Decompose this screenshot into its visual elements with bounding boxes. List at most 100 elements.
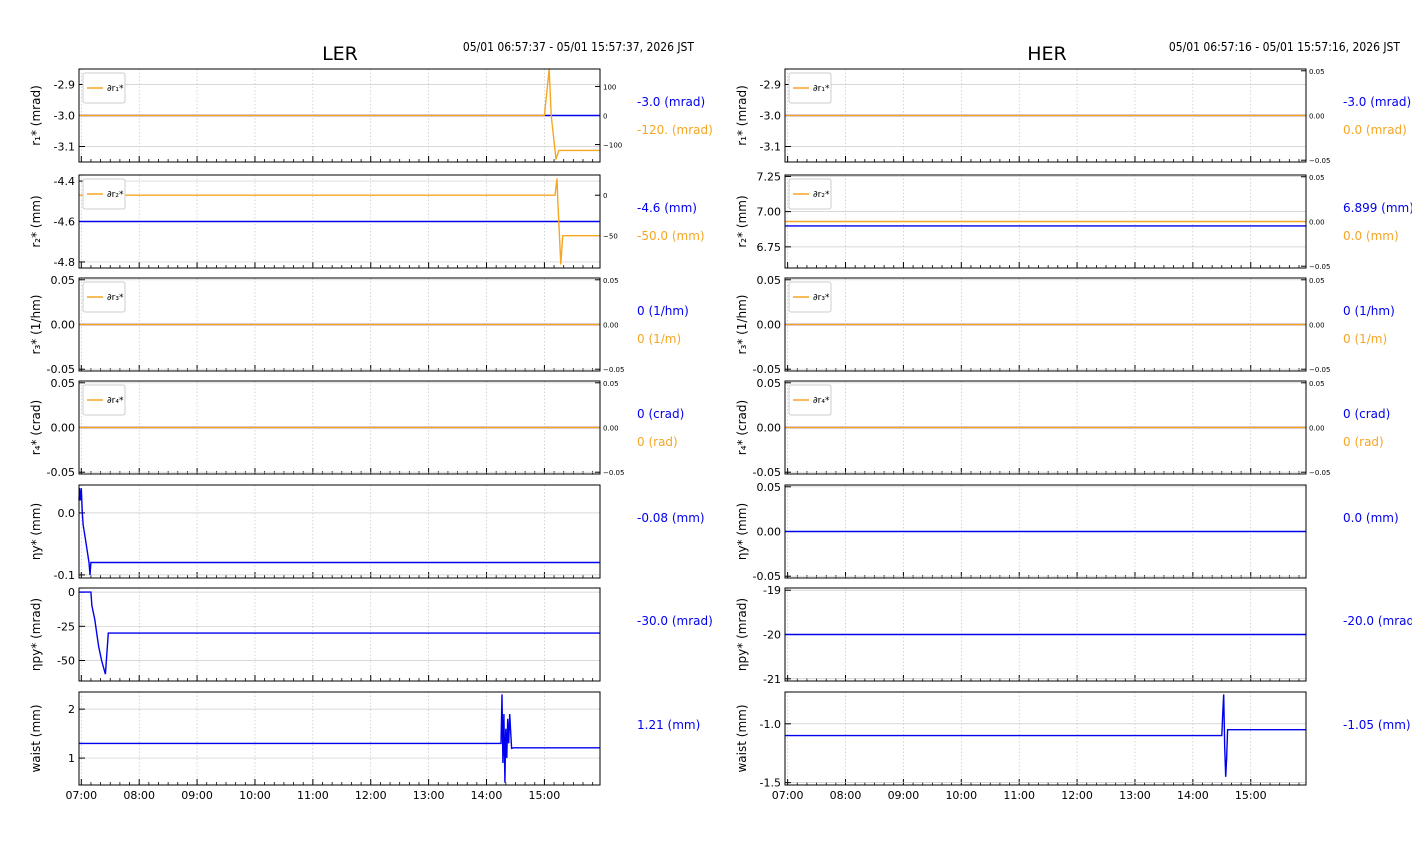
y-tick-label: -0.05 — [47, 363, 75, 376]
right-y-tick-label: 100 — [603, 83, 616, 91]
right-y-tick-label: 0.00 — [1309, 113, 1325, 121]
right-y-tick-label: 0.00 — [603, 425, 619, 433]
her-panel-6: -19 -20 -21 ηpy* (mrad) -20.0 (mrad) — [735, 584, 1412, 686]
readout-blue: 0.0 (mm) — [1343, 511, 1399, 525]
readout-orange: 0 (rad) — [637, 435, 678, 449]
y-tick-label: -20 — [763, 629, 781, 642]
y-axis-label: r₁* (mrad) — [29, 85, 43, 146]
y-tick-label: -4.4 — [54, 175, 75, 188]
y-axis-label: ηpy* (mrad) — [735, 598, 749, 671]
y-axis-label: r₃* (1/hm) — [735, 295, 749, 355]
y-tick-label: -3.1 — [54, 141, 75, 154]
x-tick-label: 08:00 — [830, 789, 862, 802]
x-tick-label: 10:00 — [239, 789, 271, 802]
y-axis-label: r₄* (crad) — [735, 400, 749, 455]
legend-label: ∂r₂* — [107, 190, 124, 200]
readout-orange: -120. (mrad) — [637, 123, 713, 137]
y-tick-label: 0.05 — [757, 377, 782, 390]
right-y-tick-label: 0 — [603, 113, 607, 121]
y-tick-label: 2 — [68, 703, 75, 716]
right-y-tick-label: 0.05 — [1309, 277, 1325, 285]
right-y-tick-label: 0.00 — [1309, 322, 1325, 330]
legend-label: ∂r₄* — [813, 396, 830, 406]
y-tick-label: 0 — [68, 586, 75, 599]
ler-panel-2: -4.4 -4.6 -4.8 0 −50 ∂r₂* r₂* (mm) -4.6 (mm) -50… — [29, 174, 705, 269]
readout-orange: 0 (rad) — [1343, 435, 1384, 449]
blue-series-line — [78, 488, 600, 575]
readout-blue: -0.08 (mm) — [637, 511, 705, 525]
y-tick-label: -21 — [763, 673, 781, 686]
y-axis-label: waist (mm) — [735, 704, 749, 772]
y-tick-label: 0.00 — [757, 422, 782, 435]
x-tick-label: 12:00 — [355, 789, 387, 802]
x-tick-label: 14:00 — [471, 789, 503, 802]
right-y-tick-label: −0.05 — [1309, 366, 1330, 374]
her-time-range: 05/01 06:57:16 - 05/01 15:57:16, 2026 JS… — [1169, 40, 1401, 54]
y-tick-label: 0.0 — [58, 507, 76, 520]
y-tick-label: 0.00 — [51, 319, 76, 332]
readout-blue: 1.21 (mm) — [637, 718, 700, 732]
ler-panel-1: -2.9 -3.0 -3.1 100 0 −100 ∂r₁* r₁* (mrad) -3.0 (… — [29, 68, 713, 163]
y-tick-label: 1 — [68, 752, 75, 765]
y-axis-label: r₄* (crad) — [29, 400, 43, 455]
ler-panel-5: 0.0 -0.1 ηy* (mm) -0.08 (mm) — [29, 484, 705, 582]
readout-orange: 0 (1/m) — [637, 332, 681, 346]
plot-frame — [78, 587, 601, 682]
y-tick-label: -25 — [57, 620, 75, 633]
y-tick-label: -2.9 — [760, 79, 781, 92]
ler-panel-6: 0 -25 -50 ηpy* (mrad) -30.0 (mrad) — [29, 586, 713, 682]
y-tick-label: 6.75 — [757, 241, 782, 254]
readout-blue: -30.0 (mrad) — [637, 614, 713, 628]
y-axis-label: ηpy* (mrad) — [29, 598, 43, 671]
y-tick-label: -0.1 — [54, 569, 75, 582]
readout-blue: 6.899 (mm) — [1343, 201, 1412, 215]
y-tick-label: 0.00 — [757, 319, 782, 332]
orange-series-line — [79, 68, 600, 160]
y-tick-label: -4.6 — [54, 216, 75, 229]
y-axis-label: r₃* (1/hm) — [29, 295, 43, 355]
x-tick-label: 13:00 — [1119, 789, 1151, 802]
y-tick-label: 0.00 — [51, 422, 76, 435]
legend-label: ∂r₃* — [813, 293, 830, 303]
y-tick-label: 0.05 — [757, 274, 782, 287]
right-y-tick-label: 0.00 — [603, 322, 619, 330]
y-tick-label: 7.25 — [757, 170, 782, 183]
y-tick-label: -0.05 — [753, 363, 781, 376]
y-tick-label: -0.05 — [753, 466, 781, 479]
readout-blue: -3.0 (mrad) — [1343, 95, 1411, 109]
y-tick-label: 0.05 — [51, 274, 76, 287]
x-tick-label: 14:00 — [1177, 789, 1209, 802]
x-tick-label: 15:00 — [1235, 789, 1267, 802]
readout-blue: 0 (crad) — [637, 407, 684, 421]
y-tick-label: 0.05 — [757, 481, 782, 494]
x-tick-label: 09:00 — [888, 789, 920, 802]
y-tick-label: -0.05 — [753, 570, 781, 583]
readout-blue: -20.0 (mrad) — [1343, 614, 1412, 628]
her-panel-7: -1.0 -1.5 waist (mm) -1.05 (mm) 07:00 08:00 09… — [735, 691, 1411, 802]
y-axis-label: ηy* (mm) — [29, 503, 43, 560]
x-tick-label: 07:00 — [65, 789, 97, 802]
readout-blue: 0 (1/hm) — [637, 304, 689, 318]
x-tick-label: 13:00 — [413, 789, 445, 802]
y-tick-label: -3.1 — [760, 141, 781, 154]
y-tick-label: 7.00 — [757, 206, 782, 219]
y-axis-label: r₂* (mm) — [735, 195, 749, 247]
x-tick-label: 15:00 — [529, 789, 561, 802]
chart-canvas: LER 05/01 06:57:37 - 05/01 15:57:37, 202… — [29, 40, 1412, 802]
right-y-tick-label: 0.00 — [1309, 425, 1325, 433]
x-tick-label: 10:00 — [945, 789, 977, 802]
y-axis-label: r₁* (mrad) — [735, 85, 749, 146]
right-y-tick-label: 0.00 — [1309, 219, 1325, 227]
ler-time-range: 05/01 06:57:37 - 05/01 15:57:37, 2026 JS… — [463, 40, 695, 54]
her-panel-5: 0.05 0.00 -0.05 ηy* (mm) 0.0 (mm) — [735, 481, 1399, 583]
x-tick-label: 11:00 — [297, 789, 329, 802]
readout-orange: -50.0 (mm) — [637, 229, 705, 243]
ler-title: LER — [322, 43, 358, 65]
her-panel-3: 0.05 0.00 -0.05 0.05 0.00 −0.05 ∂r₃* r₃* (1/hm)… — [735, 274, 1395, 376]
legend-label: ∂r₁* — [107, 84, 124, 94]
right-y-tick-label: −0.05 — [1309, 469, 1330, 477]
readout-blue: -1.05 (mm) — [1343, 718, 1411, 732]
readout-blue: 0 (crad) — [1343, 407, 1390, 421]
right-y-tick-label: −50 — [603, 233, 618, 241]
her-panel-1: -2.9 -3.0 -3.1 0.05 0.00 −0.05 ∂r₁* r₁* (mrad) -… — [735, 68, 1411, 165]
